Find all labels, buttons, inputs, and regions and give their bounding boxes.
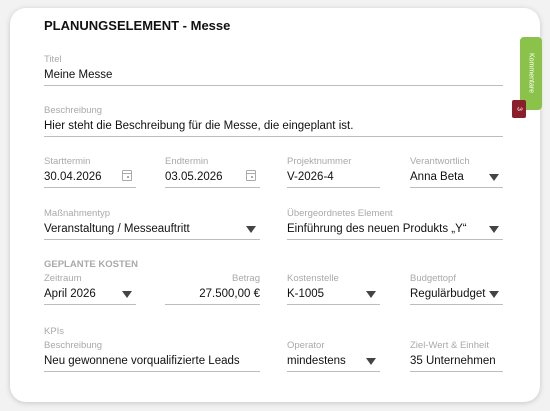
- comments-count-badge: 3: [512, 100, 526, 118]
- chevron-down-icon[interactable]: [489, 174, 499, 181]
- beschreibung-label: Beschreibung: [44, 105, 103, 116]
- chevron-down-icon[interactable]: [366, 291, 376, 298]
- uebergeordnetes-element-value: Einführung des neuen Produkts „Y“: [287, 223, 467, 235]
- kpis-heading: KPIs: [44, 326, 65, 337]
- zeitraum-field: Zeitraum April 2026: [44, 273, 136, 305]
- zielwert-input[interactable]: 35 Unternehmen: [410, 354, 503, 372]
- page-title: PLANUNGSELEMENT - Messe: [44, 18, 231, 33]
- betrag-label: Betrag: [232, 273, 260, 284]
- endtermin-field: Endtermin 03.05.2026: [165, 156, 260, 188]
- verantwortlich-field: Verantwortlich Anna Beta: [410, 156, 503, 188]
- starttermin-value: 30.04.2026: [44, 171, 102, 183]
- budgettopf-select[interactable]: Regulärbudget: [410, 287, 503, 305]
- kostenstelle-select[interactable]: K-1005: [287, 287, 380, 305]
- uebergeordnetes-element-select[interactable]: Einführung des neuen Produkts „Y“: [287, 222, 503, 240]
- beschreibung-field: Beschreibung Hier steht die Beschreibung…: [44, 105, 503, 137]
- calendar-icon[interactable]: [246, 170, 256, 181]
- budgettopf-value: Regulärbudget: [410, 288, 486, 300]
- operator-select[interactable]: mindestens: [287, 354, 380, 372]
- kpi-beschreibung-field: Beschreibung Neu gewonnene vorqualifizie…: [44, 340, 260, 372]
- uebergeordnetes-element-field: Übergeordnetes Element Einführung des ne…: [287, 208, 503, 240]
- zeitraum-value: April 2026: [44, 288, 96, 300]
- massnahmentyp-value: Veranstaltung / Messeauftritt: [44, 223, 190, 235]
- zielwert-field: Ziel-Wert & Einheit 35 Unternehmen: [410, 340, 503, 372]
- massnahmentyp-label: Maßnahmentyp: [44, 208, 111, 219]
- budgettopf-label: Budgettopf: [410, 273, 456, 284]
- projektnummer-input[interactable]: V-2026-4: [287, 170, 380, 188]
- calendar-icon[interactable]: [122, 170, 132, 181]
- kostenstelle-field: Kostenstelle K-1005: [287, 273, 380, 305]
- massnahmentyp-field: Maßnahmentyp Veranstaltung / Messeauftri…: [44, 208, 260, 240]
- starttermin-field: Starttermin 30.04.2026: [44, 156, 136, 188]
- beschreibung-input[interactable]: Hier steht die Beschreibung für die Mess…: [44, 119, 503, 137]
- projektnummer-field: Projektnummer V-2026-4: [287, 156, 380, 188]
- endtermin-input[interactable]: 03.05.2026: [165, 170, 260, 188]
- kpi-beschreibung-label: Beschreibung: [44, 340, 103, 351]
- endtermin-value: 03.05.2026: [165, 171, 223, 183]
- betrag-input[interactable]: 27.500,00 €: [165, 287, 260, 305]
- projektnummer-label: Projektnummer: [287, 156, 352, 167]
- endtermin-label: Endtermin: [165, 156, 209, 167]
- verantwortlich-select[interactable]: Anna Beta: [410, 170, 503, 188]
- titel-label: Titel: [44, 54, 62, 65]
- operator-value: mindestens: [287, 355, 346, 367]
- geplante-kosten-heading: GEPLANTE KOSTEN: [44, 259, 138, 270]
- zeitraum-label: Zeitraum: [44, 273, 82, 284]
- zielwert-label: Ziel-Wert & Einheit: [410, 340, 490, 351]
- titel-field: Titel Meine Messe: [44, 54, 503, 86]
- kostenstelle-value: K-1005: [287, 288, 325, 300]
- zeitraum-select[interactable]: April 2026: [44, 287, 136, 305]
- chevron-down-icon[interactable]: [489, 226, 499, 233]
- massnahmentyp-select[interactable]: Veranstaltung / Messeauftritt: [44, 222, 260, 240]
- betrag-field: Betrag 27.500,00 €: [165, 273, 260, 305]
- chevron-down-icon[interactable]: [246, 226, 256, 233]
- budgettopf-field: Budgettopf Regulärbudget: [410, 273, 503, 305]
- chevron-down-icon[interactable]: [489, 291, 499, 298]
- starttermin-label: Starttermin: [44, 156, 91, 167]
- chevron-down-icon[interactable]: [122, 291, 132, 298]
- operator-field: Operator mindestens: [287, 340, 380, 372]
- kostenstelle-label: Kostenstelle: [287, 273, 339, 284]
- titel-input[interactable]: Meine Messe: [44, 68, 503, 86]
- kpi-beschreibung-input[interactable]: Neu gewonnene vorqualifizierte Leads: [44, 354, 260, 372]
- starttermin-input[interactable]: 30.04.2026: [44, 170, 136, 188]
- verantwortlich-label: Verantwortlich: [410, 156, 470, 167]
- verantwortlich-value: Anna Beta: [410, 171, 464, 183]
- uebergeordnetes-element-label: Übergeordnetes Element: [287, 208, 393, 219]
- chevron-down-icon[interactable]: [366, 358, 376, 365]
- operator-label: Operator: [287, 340, 325, 351]
